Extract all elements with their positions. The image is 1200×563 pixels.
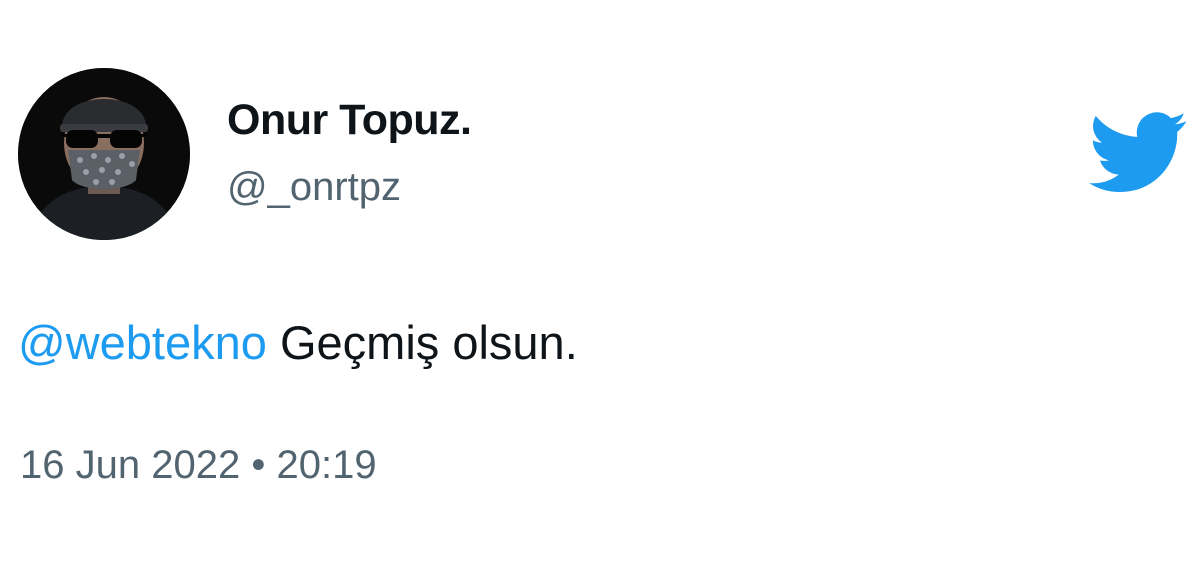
twitter-bird-icon-svg [1088, 112, 1187, 193]
tweet-body: Geçmiş olsun. [279, 316, 578, 369]
timestamp-separator: • [251, 443, 266, 487]
author-display-name[interactable]: Onur Topuz. [227, 96, 472, 145]
author-handle[interactable]: @_onrtpz [227, 165, 401, 210]
tweet-card: Onur Topuz. @_onrtpz @webtekno Geçmiş ol… [0, 0, 1200, 563]
tweet-date: 16 Jun 2022 [20, 443, 241, 487]
tweet-timestamp[interactable]: 16 Jun 2022 • 20:19 [20, 443, 377, 488]
tweet-text: @webtekno Geçmiş olsun. [18, 315, 578, 370]
tweet-time: 20:19 [276, 443, 377, 487]
avatar-photo [18, 68, 190, 240]
mention-link[interactable]: @webtekno [18, 316, 267, 369]
twitter-bird-icon[interactable] [1088, 111, 1188, 195]
avatar[interactable] [18, 68, 190, 240]
